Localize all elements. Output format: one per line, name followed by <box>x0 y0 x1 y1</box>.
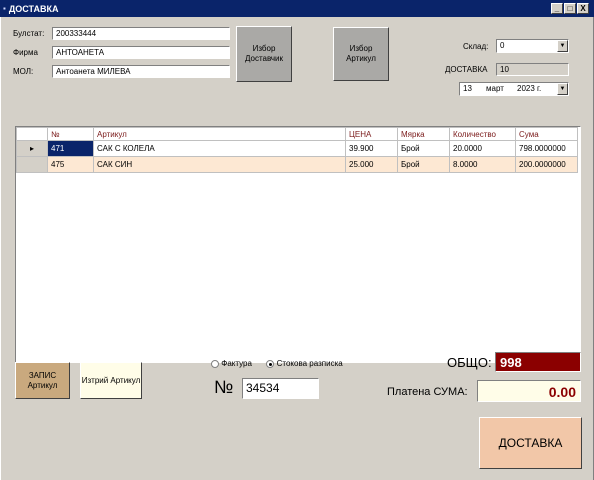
maximize-button[interactable]: □ <box>564 3 576 14</box>
cell-sum[interactable]: 200.0000000 <box>515 156 578 173</box>
column-header[interactable]: Количество <box>449 127 516 141</box>
delivery-label: ДОСТАВКА <box>445 65 488 74</box>
mol-label: МОЛ: <box>13 67 34 76</box>
bulstat-field[interactable]: 200333444 <box>52 27 230 40</box>
articles-grid[interactable]: № Артикул ЦЕНА Мярка Количество Сума ▸ 4… <box>15 126 581 363</box>
delete-article-button[interactable]: Изтрий Артикул <box>80 362 142 399</box>
main-window: Булстат: 200333444 Фирма АНТОАНЕТА МОЛ: … <box>0 17 594 480</box>
minimize-button[interactable]: _ <box>551 3 563 14</box>
save-article-button[interactable]: ЗАПИС Артикул <box>15 362 70 399</box>
articles-table: № Артикул ЦЕНА Мярка Количество Сума ▸ 4… <box>16 127 578 173</box>
cell-quantity[interactable]: 8.0000 <box>449 156 516 173</box>
row-indicator-header <box>16 127 48 141</box>
total-value: 998 <box>495 352 581 372</box>
table-row[interactable]: ▸ 471 САК С КОЛЕЛА 39.900 Брой 20.0000 7… <box>16 140 578 157</box>
title-bar: ▪ ДОСТАВКА _ □ X <box>0 0 594 17</box>
chevron-down-icon[interactable]: ▼ <box>557 83 568 95</box>
column-header[interactable]: Сума <box>515 127 578 141</box>
delivery-button[interactable]: ДОСТАВКА <box>479 417 582 469</box>
window-title: ДОСТАВКА <box>8 3 59 14</box>
warehouse-select[interactable]: 0 ▼ <box>496 39 569 53</box>
cell-article[interactable]: САК СИН <box>93 156 346 173</box>
choose-supplier-button[interactable]: Избор Доставчик <box>236 26 292 82</box>
date-month: март <box>486 84 504 93</box>
warehouse-value: 0 <box>500 41 505 50</box>
delivery-number-field: 10 <box>496 63 569 76</box>
cell-unit[interactable]: Брой <box>397 156 450 173</box>
close-button[interactable]: X <box>577 3 589 14</box>
date-year: 2023 г. <box>517 84 542 93</box>
cell-price[interactable]: 39.900 <box>345 140 398 157</box>
firm-label: Фирма <box>13 48 38 57</box>
cell-quantity[interactable]: 20.0000 <box>449 140 516 157</box>
invoice-radio[interactable] <box>211 359 219 368</box>
receipt-radio[interactable] <box>266 359 275 368</box>
column-header[interactable]: ЦЕНА <box>345 127 398 141</box>
cell-price[interactable]: 25.000 <box>345 156 398 173</box>
invoice-radio-label[interactable]: Фактура <box>221 359 252 368</box>
total-label: ОБЩО: <box>447 355 492 370</box>
choose-article-button[interactable]: Избор Артикул <box>333 27 389 81</box>
cell-article[interactable]: САК С КОЛЕЛА <box>93 140 346 157</box>
paid-amount-field[interactable]: 0.00 <box>477 380 581 402</box>
receipt-radio-label[interactable]: Стокова разписка <box>277 359 343 368</box>
mol-field[interactable]: Антоанета МИЛЕВА <box>52 65 230 78</box>
date-picker[interactable]: 13 март 2023 г. ▼ <box>459 82 569 96</box>
date-day: 13 <box>463 84 472 93</box>
column-header[interactable]: Артикул <box>93 127 346 141</box>
paid-label: Платена СУМА: <box>387 386 468 398</box>
bulstat-label: Булстат: <box>13 29 45 38</box>
cell-number[interactable]: 475 <box>47 156 94 173</box>
row-indicator <box>16 156 48 173</box>
table-row[interactable]: 475 САК СИН 25.000 Брой 8.0000 200.00000… <box>16 156 578 173</box>
current-row-icon: ▸ <box>16 140 48 157</box>
doc-type-group: Фактура Стокова разписка <box>211 359 343 368</box>
chevron-down-icon[interactable]: ▼ <box>557 40 568 52</box>
app-icon: ▪ <box>3 4 6 13</box>
cell-sum[interactable]: 798.0000000 <box>515 140 578 157</box>
column-header[interactable]: Мярка <box>397 127 450 141</box>
warehouse-label: Склад: <box>463 42 489 51</box>
firm-field[interactable]: АНТОАНЕТА <box>52 46 230 59</box>
document-number-field[interactable]: 34534 <box>242 378 319 399</box>
number-label: № <box>214 377 234 397</box>
cell-unit[interactable]: Брой <box>397 140 450 157</box>
column-header[interactable]: № <box>47 127 94 141</box>
cell-number[interactable]: 471 <box>47 140 94 157</box>
